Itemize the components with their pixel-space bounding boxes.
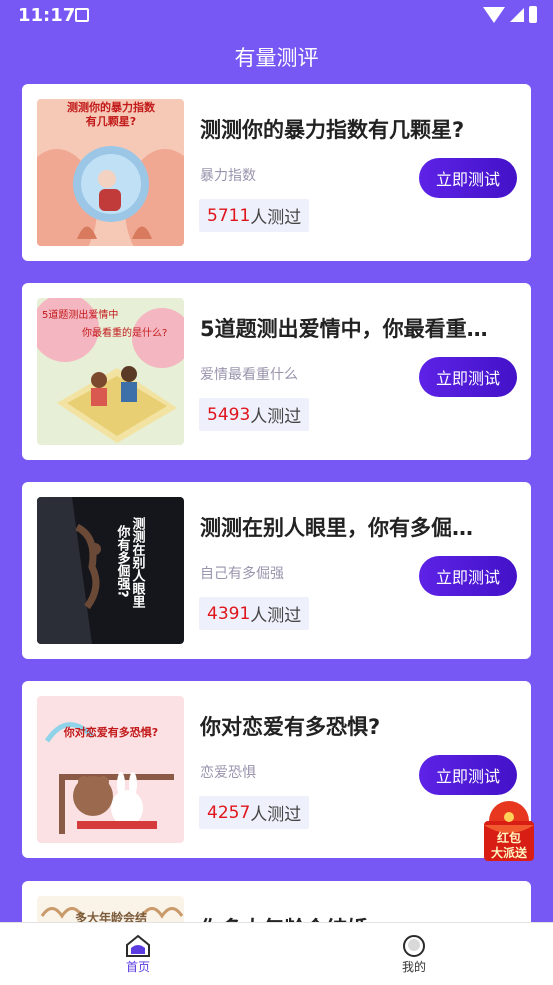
count-suffix: 人测过	[250, 208, 302, 228]
card-tag: 暴力指数	[200, 168, 256, 184]
test-count: 4257 人测过	[199, 796, 310, 829]
card-title: 你对恋爱有多恐惧?	[200, 715, 381, 739]
battery-icon	[529, 6, 537, 23]
card-thumbnail: 测测你的暴力指数 有几颗星?	[37, 99, 184, 246]
red-packet-label: 大派送	[490, 846, 527, 860]
test-card[interactable]: 测测在别人眼里 你有多倔强? 测测在别人眼里，你有多倔… 自己有多倔强 4391…	[22, 482, 531, 659]
profile-icon	[403, 934, 425, 957]
card-tag: 爱情最看重什么	[200, 367, 298, 383]
thumb-text: 你对恋爱有多恐惧?	[63, 725, 158, 739]
start-test-button[interactable]: 立即测试	[419, 158, 517, 198]
notification-icon	[75, 8, 89, 22]
count-number: 5493	[207, 404, 251, 425]
card-thumbnail: 测测在别人眼里 你有多倔强?	[37, 497, 184, 644]
tab-home[interactable]: 首页	[68, 923, 208, 985]
wifi-icon	[483, 6, 505, 23]
test-card[interactable]: 测测你的暴力指数 有几颗星? 测测你的暴力指数有几颗星? 暴力指数 5711 人…	[22, 84, 531, 261]
thumb-text: 测测你的暴力指数	[67, 100, 156, 114]
card-title: 5道题测出爱情中，你最看重…	[200, 317, 488, 341]
status-bar: 11:17	[0, 0, 553, 32]
tab-mine[interactable]: 我的	[344, 923, 484, 985]
thumb-text: 测测在别人眼里	[130, 516, 147, 609]
count-number: 5711	[207, 205, 251, 226]
start-test-button[interactable]: 立即测试	[419, 357, 517, 397]
tab-home-label: 首页	[125, 959, 150, 974]
count-suffix: 人测过	[250, 606, 302, 626]
card-title: 测测在别人眼里，你有多倔…	[200, 516, 473, 540]
test-count: 5711 人测过	[199, 199, 310, 232]
thumb-text: 5道题测出爱情中	[42, 308, 118, 321]
signal-icon	[510, 7, 524, 22]
tab-mine-label: 我的	[401, 959, 426, 974]
home-icon	[126, 934, 150, 957]
thumb-text: 你有多倔强?	[115, 524, 132, 597]
count-suffix: 人测过	[250, 407, 302, 427]
card-tag: 恋爱恐惧	[200, 765, 256, 781]
thumb-text: 有几颗星?	[86, 114, 136, 128]
test-count: 4391 人测过	[199, 597, 310, 630]
start-test-button[interactable]: 立即测试	[419, 556, 517, 596]
count-suffix: 人测过	[250, 805, 302, 825]
count-number: 4257	[207, 802, 251, 823]
count-number: 4391	[207, 603, 251, 624]
test-count: 5493 人测过	[199, 398, 310, 431]
system-icons	[483, 6, 537, 23]
card-title: 测测你的暴力指数有几颗星?	[200, 118, 465, 142]
card-thumbnail: 你对恋爱有多恐惧?	[37, 696, 184, 843]
red-packet-button[interactable]: 红包 大派送	[481, 799, 537, 861]
start-test-button[interactable]: 立即测试	[419, 755, 517, 795]
card-tag: 自己有多倔强	[200, 566, 284, 582]
thumb-text: 你最看重的是什么?	[82, 326, 167, 339]
page-title: 有量测评	[234, 46, 319, 70]
bottom-tab-bar: 首页 我的	[0, 922, 553, 985]
test-card[interactable]: 5道题测出爱情中 你最看重的是什么? 5道题测出爱情中，你最看重… 爱情最看重什…	[22, 283, 531, 460]
card-thumbnail: 5道题测出爱情中 你最看重的是什么?	[37, 298, 184, 445]
test-card[interactable]: 你对恋爱有多恐惧? 你对恋爱有多恐惧? 恋爱恐惧 4257 人测过 立即测试	[22, 681, 531, 858]
status-time: 11:17	[18, 5, 76, 26]
